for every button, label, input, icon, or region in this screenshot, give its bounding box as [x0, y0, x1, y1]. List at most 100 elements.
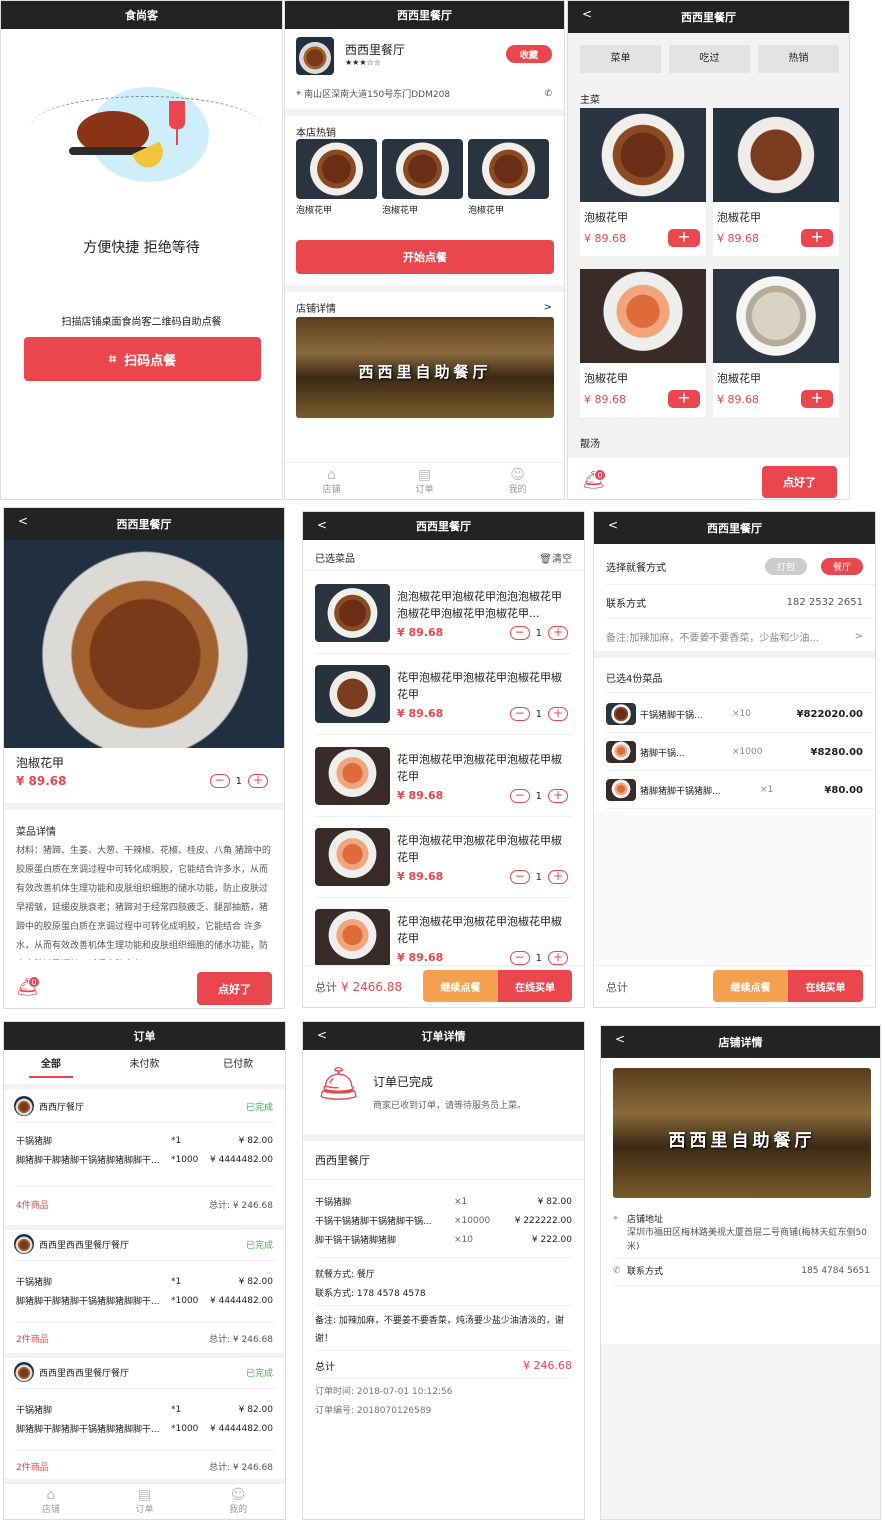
decrease-button[interactable]: − [209, 774, 230, 788]
decrease-button[interactable]: − [509, 626, 530, 640]
phone-icon[interactable]: ✆ [544, 89, 552, 99]
tab-orders[interactable]: ▤ 订单 [378, 463, 471, 499]
phone-value[interactable]: 185 4784 5651 [801, 1266, 870, 1276]
note-field[interactable]: 备注:加辣加麻，不要姜不要香菜，少盐和少油... > [606, 629, 863, 644]
hot-item[interactable]: 泡椒花甲 [296, 139, 377, 216]
back-icon[interactable]: < [615, 1032, 625, 1046]
line-price: ¥ 4444482.00 [210, 1295, 273, 1306]
done-button[interactable]: 点好了 [197, 972, 272, 1005]
shop-detail-link[interactable]: 店铺详情 > [296, 300, 552, 315]
line-name: 干锅猪脚 [16, 1278, 53, 1288]
continue-order-button[interactable]: 继续点餐 [713, 970, 788, 1002]
item-count: 2件商品 [16, 1463, 49, 1473]
nav-bar: < 西西里餐厅 [568, 1, 849, 33]
tab-all[interactable]: 全部 [4, 1050, 98, 1080]
hot-item[interactable]: 泡椒花甲 [468, 139, 549, 216]
done-button[interactable]: 点好了 [762, 466, 837, 498]
tab-orders[interactable]: ▤ 订单 [98, 1484, 192, 1519]
line-qty: *1000 [171, 1423, 199, 1434]
line-name: 干锅猪脚 [16, 1406, 53, 1416]
tab-shop[interactable]: ⌂ 店铺 [285, 463, 378, 499]
dish-price: ¥ 89.68 [584, 393, 626, 406]
back-icon[interactable]: < [608, 518, 618, 532]
menu-item[interactable]: 泡椒花甲 ¥ 89.68 + [580, 108, 706, 256]
dish-name: 干锅猪脚干锅... [640, 710, 703, 721]
status-title: 订单已完成 [373, 1075, 434, 1089]
tab-mine[interactable]: ☺ 我的 [471, 463, 564, 499]
dish-image [315, 665, 390, 723]
order-line: 猪脚猪脚干锅猪脚... ×1 ¥80.00 [606, 776, 863, 804]
menu-item[interactable]: 泡椒花甲 ¥ 89.68 + [713, 108, 839, 256]
dish-price: ¥ 89.68 [717, 393, 759, 406]
dish-name: 泡椒花甲 [584, 372, 628, 385]
decrease-button[interactable]: − [509, 789, 530, 803]
increase-button[interactable]: + [548, 789, 568, 803]
increase-button[interactable]: + [548, 626, 568, 640]
add-button[interactable]: + [668, 390, 700, 408]
increase-button[interactable]: + [548, 707, 568, 721]
tab-paid[interactable]: 已付款 [191, 1050, 285, 1080]
screen-checkout: < 西西里餐厅 选择就餐方式 打包 餐厅 联系方式 182 2532 2651 备… [593, 511, 876, 1008]
mode-takeaway-button[interactable]: 打包 [764, 558, 807, 575]
screen-cart: < 西西里餐厅 已选菜品 🗑清空 泡泡椒花甲泡椒花甲泡泡泡椒花甲泡椒花甲泡椒花甲泡… [302, 511, 585, 1008]
favorite-button[interactable]: 收藏 [506, 45, 552, 63]
line-qty: *1000 [171, 1154, 199, 1165]
back-icon[interactable]: < [18, 514, 28, 528]
shop-icon: ⌂ [46, 1487, 56, 1503]
menu-item[interactable]: 泡椒花甲 ¥ 89.68 + [580, 269, 706, 417]
add-button[interactable]: + [668, 229, 700, 247]
add-button[interactable]: + [801, 229, 833, 247]
shop-avatar [14, 1362, 34, 1382]
back-icon[interactable]: < [582, 7, 592, 21]
phone-value[interactable]: 182 2532 2651 [787, 597, 863, 608]
phone-label: 联系方式 [627, 1267, 664, 1277]
add-button[interactable]: + [801, 390, 833, 408]
pay-online-button[interactable]: 在线买单 [498, 970, 572, 1002]
decrease-button[interactable]: − [509, 951, 530, 965]
line-price: ¥ 82.00 [238, 1135, 273, 1146]
category-tab-hot[interactable]: 热销 [758, 45, 839, 73]
quantity-value: 1 [535, 627, 542, 639]
back-icon[interactable]: < [317, 518, 327, 532]
back-icon[interactable]: < [317, 1028, 327, 1042]
cart-item: 花甲泡椒花甲泡椒花甲泡椒花甲椒花甲 ¥ 89.68 −1 + [315, 909, 572, 965]
tab-mine[interactable]: ☺ 我的 [191, 1484, 285, 1519]
line-name: 干锅猪脚 [16, 1137, 53, 1147]
tab-shop[interactable]: ⌂ 店铺 [4, 1484, 98, 1519]
increase-button[interactable]: + [548, 870, 568, 884]
order-card[interactable]: 西西里西西里餐厅餐厅 已完成 干锅猪脚 *1 ¥ 82.00 脚猪脚干脚猪脚干锅猪脚… [4, 1362, 285, 1482]
line-qty: *1000 [171, 1295, 199, 1306]
nav-title: 食尚客 [125, 9, 158, 22]
detail-title: 菜品详情 [16, 827, 56, 838]
order-note: 备注: 加辣加麻，不要姜不要香菜，炖汤要少盐少油清淡的，谢谢！ [315, 1316, 564, 1344]
dish-price: ¥ 89.68 [397, 707, 444, 720]
mode-dinein-button[interactable]: 餐厅 [820, 558, 863, 575]
cart-badge: 0 [28, 976, 40, 988]
scan-order-button[interactable]: ⌗ 扫码点餐 [24, 337, 261, 381]
phone-icon: ✆ [613, 1265, 621, 1276]
menu-item[interactable]: 泡椒花甲 ¥ 89.68 + [713, 269, 839, 417]
continue-order-button[interactable]: 继续点餐 [423, 970, 498, 1002]
decrease-button[interactable]: − [509, 870, 530, 884]
bottom-tab-bar: ⌂ 店铺 ▤ 订单 ☺ 我的 [285, 462, 564, 499]
clear-button[interactable]: 🗑清空 [539, 550, 572, 565]
pay-online-button[interactable]: 在线买单 [788, 970, 863, 1002]
tab-unpaid[interactable]: 未付款 [98, 1050, 192, 1080]
dish-hero-image [4, 540, 284, 748]
increase-button[interactable]: + [548, 951, 568, 965]
increase-button[interactable]: + [248, 774, 268, 788]
start-order-button[interactable]: 开始点餐 [296, 240, 554, 274]
scan-icon: ⌗ [108, 351, 117, 367]
category-tab-eaten[interactable]: 吃过 [669, 45, 750, 73]
order-card[interactable]: 西西厅餐厅 已完成 干锅猪脚 *1 ¥ 82.00 脚猪脚干脚猪脚干锅猪脚猪脚脚干.… [4, 1092, 285, 1222]
banner-text: 西西里自助餐厅 [358, 363, 492, 381]
dish-image [468, 139, 549, 199]
decrease-button[interactable]: − [509, 707, 530, 721]
dish-image [382, 139, 463, 199]
order-icon: ▤ [417, 466, 432, 483]
selected-title: 已选4份菜品 [606, 674, 663, 685]
order-card[interactable]: 西西里西西里餐厅餐厅 已完成 干锅猪脚 *1 ¥ 82.00 脚猪脚干脚猪脚干锅猪脚… [4, 1234, 285, 1354]
hot-item[interactable]: 泡椒花甲 [382, 139, 463, 216]
shop-banner: 西西里自助餐厅 [296, 317, 554, 418]
category-tab-menu[interactable]: 菜单 [580, 45, 661, 73]
